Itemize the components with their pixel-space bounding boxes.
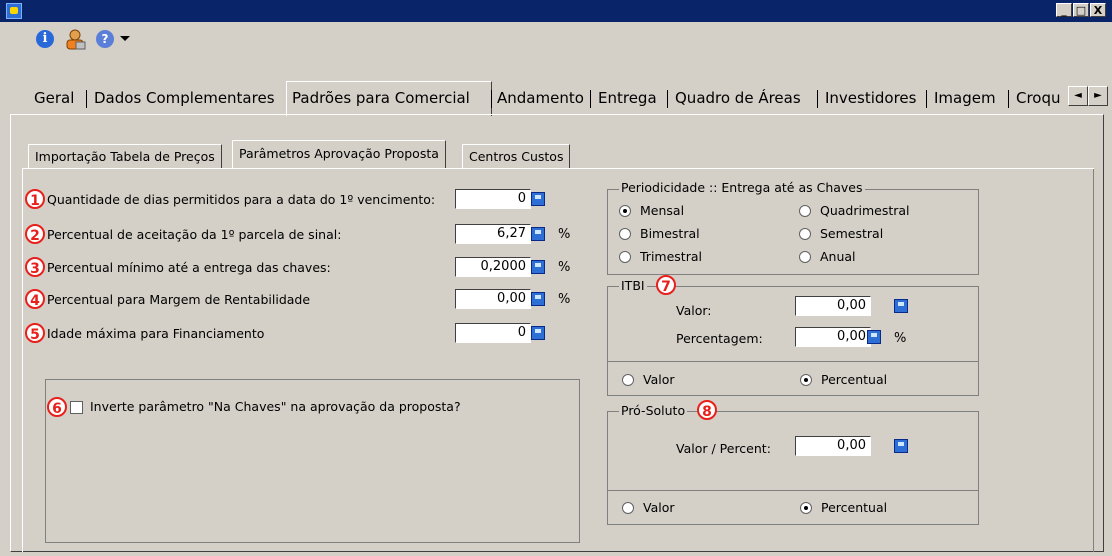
- calculator-icon[interactable]: [867, 330, 881, 344]
- radio-itbi-percentual[interactable]: [800, 374, 812, 386]
- title-bar: [0, 0, 1112, 22]
- field-label-aceitacao: Percentual de aceitação da 1º parcela de…: [47, 227, 342, 242]
- prosoluto-value-input[interactable]: 0,00: [795, 436, 871, 456]
- radio-label: Quadrimestral: [820, 203, 910, 218]
- margem-input[interactable]: 0,00: [455, 289, 531, 309]
- badge-2: 2: [25, 224, 45, 244]
- calculator-icon[interactable]: [531, 260, 545, 274]
- aceitacao-input[interactable]: 6,27: [455, 224, 531, 244]
- radio-label: Mensal: [640, 203, 685, 218]
- field-label-margem: Percentual para Margem de Rentabilidade: [47, 292, 311, 307]
- maximize-button[interactable]: □: [1073, 3, 1089, 17]
- radio-mensal[interactable]: [619, 205, 631, 217]
- invert-label: Inverte parâmetro "Na Chaves" na aprovaç…: [90, 399, 461, 414]
- tab-quadro-areas[interactable]: Quadro de Áreas: [675, 84, 801, 112]
- radio-prosoluto-percentual[interactable]: [800, 502, 812, 514]
- badge-1: 1: [25, 189, 45, 209]
- radio-semestral[interactable]: [799, 228, 811, 240]
- tab-imagem[interactable]: Imagem: [934, 84, 996, 112]
- tab-scroll-left-button[interactable]: ◄: [1068, 86, 1088, 106]
- subtab-centros-custos[interactable]: Centros Custos: [462, 144, 571, 168]
- itbi-valor-input[interactable]: 0,00: [795, 296, 871, 316]
- radio-label: Valor: [643, 372, 675, 387]
- subtab-parametros[interactable]: Parâmetros Aprovação Proposta: [232, 140, 446, 168]
- percent-unit: %: [558, 292, 571, 307]
- percent-unit: %: [558, 260, 571, 275]
- field-label-idade: Idade máxima para Financiamento: [47, 326, 265, 341]
- close-button[interactable]: X: [1090, 3, 1106, 17]
- itbi-valor-label: Valor:: [676, 303, 712, 318]
- radio-label: Bimestral: [640, 226, 700, 241]
- radio-label: Semestral: [820, 226, 884, 241]
- invert-checkbox[interactable]: [70, 401, 83, 414]
- app-icon: [6, 3, 22, 19]
- tab-investidores[interactable]: Investidores: [825, 84, 916, 112]
- calculator-icon[interactable]: [531, 292, 545, 306]
- radio-label: Anual: [820, 249, 856, 264]
- field-label-minimo-chaves: Percentual mínimo até a entrega das chav…: [47, 260, 331, 275]
- tab-croqui[interactable]: Croqu: [1016, 84, 1066, 112]
- tab-scroll-right-button[interactable]: ►: [1088, 86, 1108, 106]
- radio-label: Percentual: [821, 372, 888, 387]
- tab-dados-complementares[interactable]: Dados Complementares: [94, 84, 275, 112]
- badge-7: 7: [656, 275, 676, 295]
- radio-label: Trimestral: [640, 249, 702, 264]
- radio-bimestral[interactable]: [619, 228, 631, 240]
- itbi-percent-input[interactable]: 0,00: [795, 327, 871, 347]
- calculator-icon[interactable]: [894, 299, 908, 313]
- user-icon[interactable]: [64, 28, 86, 50]
- minimo-chaves-input[interactable]: 0,2000: [455, 257, 531, 277]
- main-tabs: Geral Dados Complementares Padrões para …: [0, 84, 1112, 114]
- minimize-button[interactable]: _: [1056, 3, 1072, 17]
- prosoluto-value-label: Valor / Percent:: [676, 441, 771, 456]
- field-label-dias: Quantidade de dias permitidos para a dat…: [47, 192, 436, 207]
- badge-5: 5: [25, 323, 45, 343]
- prosoluto-title: Pró-Soluto: [619, 403, 688, 419]
- idade-input[interactable]: 0: [455, 323, 531, 343]
- radio-quadrimestral[interactable]: [799, 205, 811, 217]
- radio-label: Valor: [643, 500, 675, 515]
- tab-geral[interactable]: Geral: [34, 84, 74, 112]
- chevron-down-icon[interactable]: [120, 36, 130, 41]
- badge-4: 4: [25, 289, 45, 309]
- radio-itbi-valor[interactable]: [622, 374, 634, 386]
- radio-prosoluto-valor[interactable]: [622, 502, 634, 514]
- radio-anual[interactable]: [799, 251, 811, 263]
- dias-input[interactable]: 0: [455, 189, 531, 209]
- radio-trimestral[interactable]: [619, 251, 631, 263]
- periodicidade-title: Periodicidade :: Entrega até as Chaves: [619, 180, 865, 196]
- help-icon[interactable]: ?: [96, 30, 114, 48]
- badge-3: 3: [25, 257, 45, 277]
- itbi-percent-label: Percentagem:: [676, 331, 763, 346]
- info-icon[interactable]: i: [36, 30, 54, 48]
- sub-tabs: Importação Tabela de Preços Parâmetros A…: [22, 140, 1094, 168]
- percent-unit: %: [894, 331, 907, 346]
- badge-8: 8: [697, 400, 717, 420]
- percent-unit: %: [558, 227, 571, 242]
- badge-6: 6: [47, 397, 67, 417]
- calculator-icon[interactable]: [531, 326, 545, 340]
- subtab-importacao[interactable]: Importação Tabela de Preços: [28, 144, 222, 168]
- calculator-icon[interactable]: [531, 227, 545, 241]
- tab-andamento[interactable]: Andamento: [497, 84, 584, 112]
- calculator-icon[interactable]: [531, 192, 545, 206]
- radio-label: Percentual: [821, 500, 888, 515]
- calculator-icon[interactable]: [894, 439, 908, 453]
- toolbar: i ?: [0, 22, 1112, 62]
- tab-entrega[interactable]: Entrega: [598, 84, 657, 112]
- itbi-title: ITBI: [619, 278, 647, 294]
- tab-padroes-comercial[interactable]: Padrões para Comercial: [292, 84, 470, 112]
